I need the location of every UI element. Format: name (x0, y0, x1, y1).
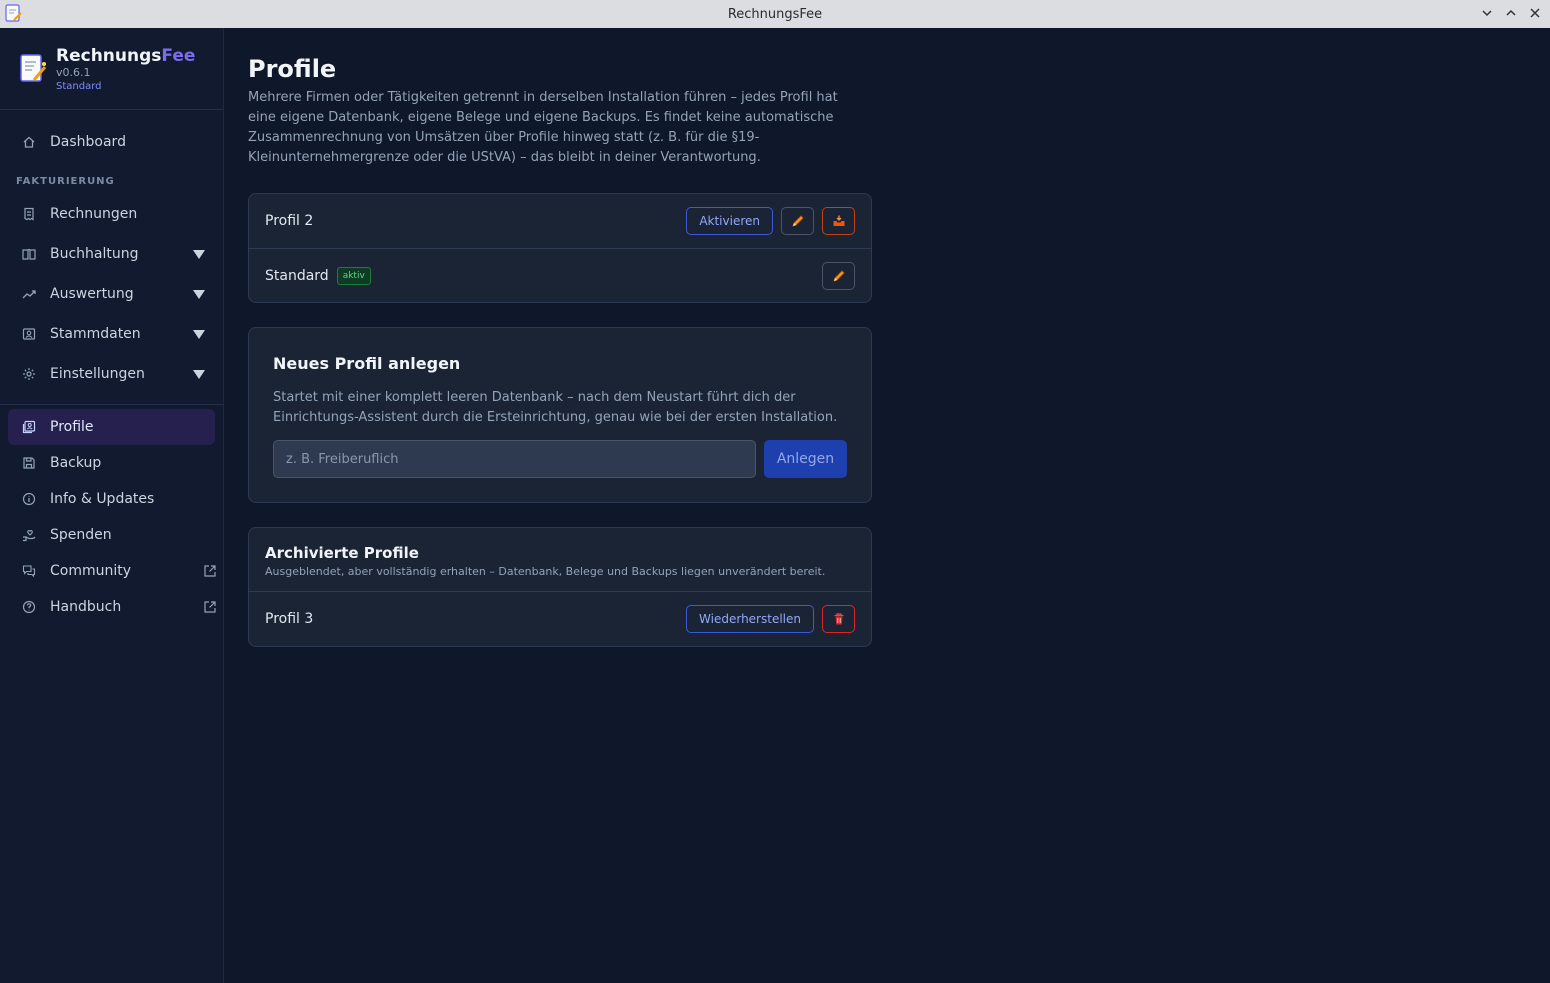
profile-name: Standard (265, 267, 329, 284)
sidebar-item-info-updates[interactable]: Info & Updates (8, 481, 215, 517)
activate-profile-button[interactable]: Aktivieren (686, 207, 773, 235)
expand-caret-icon[interactable] (193, 290, 205, 299)
edit-profile-button[interactable] (822, 262, 855, 290)
sidebar-item-label: Einstellungen (50, 366, 145, 382)
delete-profile-button[interactable] (822, 605, 855, 633)
info-icon (22, 492, 36, 506)
current-profile-label: Standard (56, 81, 102, 92)
sidebar-item-label: Spenden (50, 527, 112, 543)
window-controls (1478, 4, 1544, 22)
edit-profile-button[interactable] (781, 207, 814, 235)
help-circle-icon (22, 600, 36, 614)
logo-icon (20, 54, 47, 82)
expand-caret-icon[interactable] (193, 330, 205, 339)
sidebar-item-buchhaltung[interactable]: Buchhaltung (8, 236, 215, 272)
profile-row: Standard aktiv (249, 248, 871, 302)
sidebar-item-label: Info & Updates (50, 491, 155, 507)
archive-tray-icon (833, 215, 844, 226)
gear-icon (23, 368, 35, 380)
nav-divider (0, 404, 223, 405)
archive-profile-button[interactable] (822, 207, 855, 235)
maximize-button[interactable] (1502, 4, 1520, 22)
receipt-icon (24, 207, 34, 221)
expand-caret-icon[interactable] (193, 370, 205, 379)
sidebar-item-label: Rechnungen (50, 206, 138, 222)
sidebar-item-profile[interactable]: Profile (8, 409, 215, 445)
profile-name: Profil 3 (265, 611, 314, 627)
sidebar-item-community[interactable]: Community (8, 553, 216, 589)
version-label: v0.6.1 (56, 66, 91, 79)
active-badge: aktiv (336, 266, 371, 285)
pencil-icon (832, 270, 845, 282)
sidebar-item-einstellungen[interactable]: Einstellungen (8, 356, 215, 392)
sidebar-item-auswertung[interactable]: Auswertung (8, 276, 215, 312)
book-icon (22, 248, 36, 260)
new-profile-title: Neues Profil anlegen (273, 354, 461, 373)
sidebar-item-label: Backup (50, 455, 102, 471)
sidebar-item-spenden[interactable]: Spenden (8, 517, 215, 553)
sidebar-item-rechnungen[interactable]: Rechnungen (8, 196, 215, 232)
app-icon (5, 4, 22, 22)
sidebar-item-backup[interactable]: Backup (8, 445, 215, 481)
sidebar-item-stammdaten[interactable]: Stammdaten (8, 316, 215, 352)
sidebar-nav: Dashboard FAKTURIERUNG Rechnungen Buchha… (0, 110, 223, 625)
archived-profiles-card: Archivierte Profile Ausgeblendet, aber v… (248, 527, 872, 647)
page-title: Profile (248, 55, 337, 83)
expand-caret-icon[interactable] (193, 250, 205, 259)
profiles-icon (22, 420, 36, 434)
sidebar-item-label: Auswertung (50, 286, 134, 302)
archived-profiles-title: Archivierte Profile (265, 544, 419, 562)
window-titlebar: RechnungsFee (0, 0, 1550, 28)
new-profile-form: Anlegen (273, 440, 847, 478)
external-link-icon (204, 601, 216, 613)
archived-profiles-header: Archivierte Profile Ausgeblendet, aber v… (249, 528, 871, 592)
profile-row: Profil 2 Aktivieren (249, 194, 871, 248)
chat-bubbles-icon (22, 565, 36, 578)
sidebar-item-label: Community (50, 563, 132, 579)
new-profile-card: Neues Profil anlegen Startet mit einer k… (248, 327, 872, 503)
external-link-icon (204, 565, 216, 577)
page-description: Mehrere Firmen oder Tätigkeiten getrennt… (248, 90, 838, 165)
floppy-disk-icon (23, 457, 35, 469)
pencil-icon (791, 215, 804, 227)
chevron-up-icon (1506, 9, 1516, 16)
trend-up-icon (22, 290, 36, 299)
sidebar-item-label: Handbuch (50, 599, 122, 615)
sidebar-item-dashboard[interactable]: Dashboard (8, 124, 215, 160)
close-icon (1530, 8, 1540, 18)
brand-name: RechnungsFee (56, 46, 195, 66)
archived-profile-row: Profil 3 Wiederherstellen (249, 592, 871, 646)
home-icon (23, 136, 35, 148)
contact-card-icon (22, 328, 36, 340)
sidebar-item-label: Profile (50, 419, 94, 435)
nav-section-fakturierung: FAKTURIERUNG (16, 175, 115, 187)
archived-profiles-description: Ausgeblendet, aber vollständig erhalten … (265, 565, 826, 578)
sidebar-item-label: Stammdaten (50, 326, 141, 342)
sidebar-item-label: Dashboard (50, 134, 126, 150)
profiles-list-card: Profil 2 Aktivieren Standard aktiv (248, 193, 872, 303)
brand-name-accent: Fee (161, 46, 196, 66)
new-profile-description: Startet mit einer komplett leeren Datenb… (273, 390, 838, 425)
profile-name: Profil 2 (265, 213, 314, 229)
sidebar-item-label: Buchhaltung (50, 246, 139, 262)
brand-name-main: Rechnungs (56, 46, 162, 66)
main-content: Profile Mehrere Firmen oder Tätigkeiten … (248, 28, 1538, 647)
minimize-button[interactable] (1478, 4, 1496, 22)
profile-name-input[interactable] (273, 440, 756, 478)
brand: RechnungsFee v0.6.1 Standard (0, 28, 223, 110)
sidebar: RechnungsFee v0.6.1 Standard Dashboard F… (0, 28, 224, 983)
create-profile-button[interactable]: Anlegen (764, 440, 847, 478)
sidebar-item-handbuch[interactable]: Handbuch (8, 589, 216, 625)
close-button[interactable] (1526, 4, 1544, 22)
restore-profile-button[interactable]: Wiederherstellen (686, 605, 814, 633)
window-title: RechnungsFee (727, 6, 823, 22)
trash-icon (834, 613, 843, 625)
chevron-down-icon (1482, 10, 1492, 17)
donate-hand-icon (23, 530, 36, 542)
